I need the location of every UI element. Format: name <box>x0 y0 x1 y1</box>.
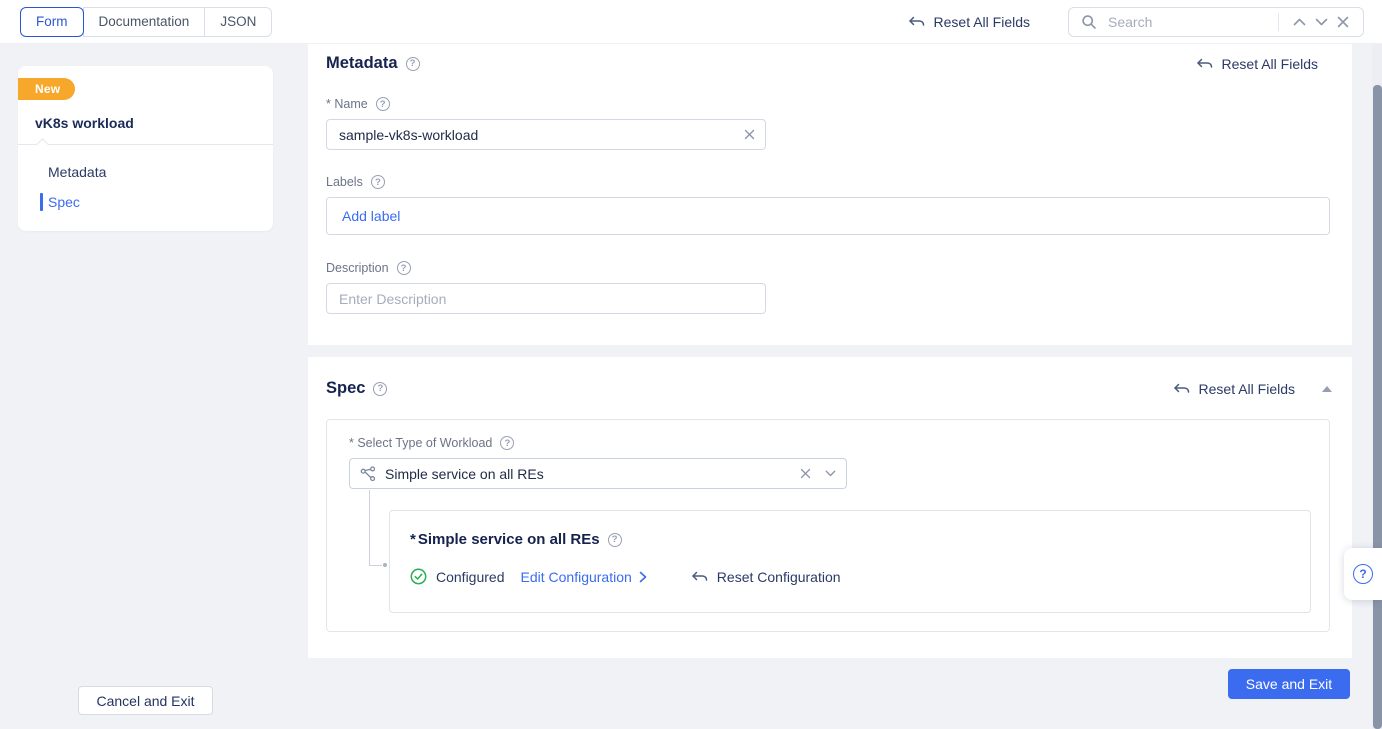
required-mark: * <box>410 531 416 548</box>
configured-status-label: Configured <box>436 569 505 585</box>
workload-type-info-icon[interactable] <box>500 436 514 450</box>
metadata-section: Metadata Reset All Fields * Name Labels … <box>308 44 1352 345</box>
cancel-and-exit-button[interactable]: Cancel and Exit <box>78 686 213 715</box>
spec-section-header: Spec Reset All Fields <box>308 357 1352 398</box>
search-box <box>1068 7 1364 37</box>
spec-section: Spec Reset All Fields * Select Type of W… <box>308 357 1352 658</box>
tab-documentation[interactable]: Documentation <box>83 7 206 37</box>
spec-reset-label: Reset All Fields <box>1199 381 1295 397</box>
name-field-label: * Name <box>326 97 1352 111</box>
simple-service-title-row: * Simple service on all REs <box>410 531 1310 548</box>
check-circle-icon <box>410 568 427 585</box>
metadata-reset-label: Reset All Fields <box>1222 56 1318 72</box>
spec-section-title: Spec <box>326 379 365 398</box>
spec-collapse-icon[interactable] <box>1322 386 1332 392</box>
workflow-icon <box>360 466 376 482</box>
labels-box: Add label <box>326 197 1330 235</box>
vertical-scrollbar-track[interactable] <box>1372 44 1382 729</box>
simple-service-config-box: * Simple service on all REs Configured E… <box>389 510 1311 613</box>
workload-type-select[interactable]: Simple service on all REs <box>349 458 847 489</box>
configured-status-row: Configured Edit Configuration Reset Conf… <box>410 568 1310 585</box>
tree-connector-vertical <box>369 490 370 565</box>
undo-icon <box>1173 381 1190 396</box>
simple-service-title: Simple service on all REs <box>418 531 600 548</box>
description-input-wrap <box>326 283 766 314</box>
search-input[interactable] <box>1108 14 1274 30</box>
metadata-reset-all-fields-button[interactable]: Reset All Fields <box>1196 56 1318 72</box>
name-clear-icon[interactable] <box>741 126 758 143</box>
sidebar-item-metadata[interactable]: Metadata <box>18 157 273 187</box>
undo-icon <box>908 14 925 29</box>
labels-field-label: Labels <box>326 175 1352 189</box>
new-badge: New <box>18 78 75 100</box>
name-input-wrap <box>326 119 766 150</box>
workload-type-value: Simple service on all REs <box>385 466 800 482</box>
top-bar: Form Documentation JSON Reset All Fields <box>0 0 1382 44</box>
undo-icon <box>1196 56 1213 71</box>
edit-configuration-label: Edit Configuration <box>521 569 632 585</box>
tree-connector-dot <box>383 563 387 567</box>
undo-icon <box>691 569 708 584</box>
description-info-icon[interactable] <box>397 261 411 275</box>
form-nav-sidebar: New vK8s workload Metadata Spec <box>18 66 273 231</box>
reset-all-fields-top-button[interactable]: Reset All Fields <box>908 14 1030 30</box>
simple-service-info-icon[interactable] <box>608 533 622 547</box>
description-input[interactable] <box>326 283 766 314</box>
spec-reset-all-fields-button[interactable]: Reset All Fields <box>1173 381 1295 397</box>
search-next-icon[interactable] <box>1310 11 1332 33</box>
name-input[interactable] <box>326 119 766 150</box>
search-icon <box>1078 11 1100 33</box>
chevron-right-icon <box>639 571 647 583</box>
name-info-icon[interactable] <box>376 97 390 111</box>
reset-all-fields-top-label: Reset All Fields <box>934 14 1030 30</box>
collapse-notch-icon <box>36 138 49 151</box>
reset-configuration-label: Reset Configuration <box>717 569 841 585</box>
labels-label-text: Labels <box>326 175 363 189</box>
name-label-text: * Name <box>326 97 368 111</box>
edit-configuration-link[interactable]: Edit Configuration <box>521 569 647 585</box>
spec-inner-box: * Select Type of Workload Simple service… <box>326 419 1330 632</box>
description-label-text: Description <box>326 261 389 275</box>
description-field-label: Description <box>326 261 1352 275</box>
save-and-exit-button[interactable]: Save and Exit <box>1228 669 1350 699</box>
metadata-section-header: Metadata Reset All Fields <box>308 44 1352 73</box>
view-tab-group: Form Documentation JSON <box>20 7 272 37</box>
sidebar-item-spec[interactable]: Spec <box>18 187 273 217</box>
workload-type-clear-icon[interactable] <box>800 468 811 479</box>
workload-title: vK8s workload <box>35 115 257 131</box>
sidebar-items: Metadata Spec <box>18 157 273 217</box>
workload-type-chevron-down-icon[interactable] <box>825 470 836 477</box>
vertical-scrollbar-thumb[interactable] <box>1373 85 1382 729</box>
search-divider <box>1278 13 1279 31</box>
tab-form[interactable]: Form <box>20 7 84 37</box>
metadata-info-icon[interactable] <box>406 57 420 71</box>
sidebar-divider <box>18 144 273 145</box>
labels-info-icon[interactable] <box>371 175 385 189</box>
help-icon <box>1353 564 1373 584</box>
metadata-section-title: Metadata <box>326 54 398 73</box>
add-label-button[interactable]: Add label <box>342 208 400 224</box>
workload-type-label: * Select Type of Workload <box>349 436 1329 450</box>
spec-info-icon[interactable] <box>373 382 387 396</box>
search-prev-icon[interactable] <box>1288 11 1310 33</box>
reset-configuration-button[interactable]: Reset Configuration <box>691 569 841 585</box>
tree-connector-horizontal <box>369 565 382 566</box>
workload-type-label-text: * Select Type of Workload <box>349 436 492 450</box>
top-bar-right: Reset All Fields <box>908 7 1364 37</box>
help-floating-button[interactable] <box>1344 548 1382 600</box>
search-close-icon[interactable] <box>1332 11 1354 33</box>
tab-json[interactable]: JSON <box>204 7 272 37</box>
